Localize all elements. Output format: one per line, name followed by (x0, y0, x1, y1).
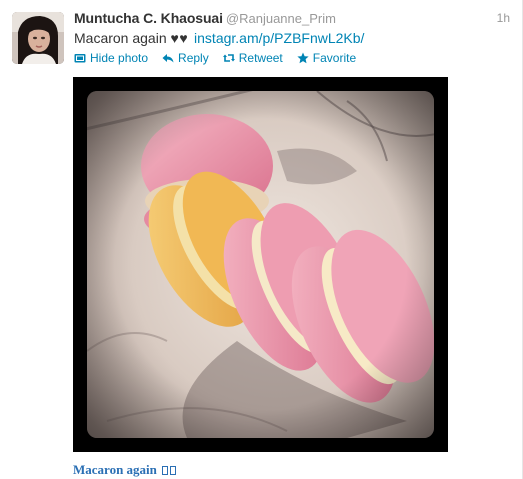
photo-icon (74, 52, 86, 64)
tweet-actions: Hide photo Reply Retweet Favorite (74, 49, 370, 67)
missing-glyph-icon (162, 466, 169, 475)
username[interactable]: @Ranjuanne_Prim (226, 11, 336, 26)
retweet-icon (222, 52, 235, 64)
hearts-text: ♥♥ (170, 30, 189, 46)
favorite-label: Favorite (312, 51, 357, 65)
reply-icon (162, 52, 174, 64)
tweet-text: Macaron again ♥♥ instagr.am/p/PZBFnwL2Kb… (74, 30, 364, 46)
avatar[interactable] (12, 12, 64, 64)
tweet-link[interactable]: instagr.am/p/PZBFnwL2Kb/ (194, 30, 364, 46)
favorite-button[interactable]: Favorite (297, 51, 356, 65)
photo-caption-text: Macaron again (73, 462, 157, 477)
retweet-label: Retweet (238, 51, 283, 65)
timestamp[interactable]: 1h (497, 11, 510, 25)
reply-label: Reply (178, 51, 209, 65)
tweet-text-body: Macaron again (74, 30, 167, 46)
full-name[interactable]: Muntucha C. Khaosuai (74, 10, 223, 26)
macaron-image-icon (87, 91, 434, 438)
hide-photo-label: Hide photo (90, 51, 149, 65)
reply-button[interactable]: Reply (162, 51, 209, 65)
tweet-photo[interactable] (73, 77, 448, 452)
hide-photo-button[interactable]: Hide photo (74, 51, 148, 65)
macaron-photo (87, 91, 434, 438)
tweet-header: Muntucha C. Khaosuai @Ranjuanne_Prim 1h (74, 10, 510, 30)
missing-glyph-icon (170, 466, 177, 475)
star-icon (297, 52, 309, 64)
photo-caption[interactable]: Macaron again (73, 462, 177, 478)
tweet-card[interactable]: Muntucha C. Khaosuai @Ranjuanne_Prim 1h M… (0, 0, 523, 479)
retweet-button[interactable]: Retweet (222, 51, 283, 65)
avatar-photo-icon (12, 12, 64, 64)
